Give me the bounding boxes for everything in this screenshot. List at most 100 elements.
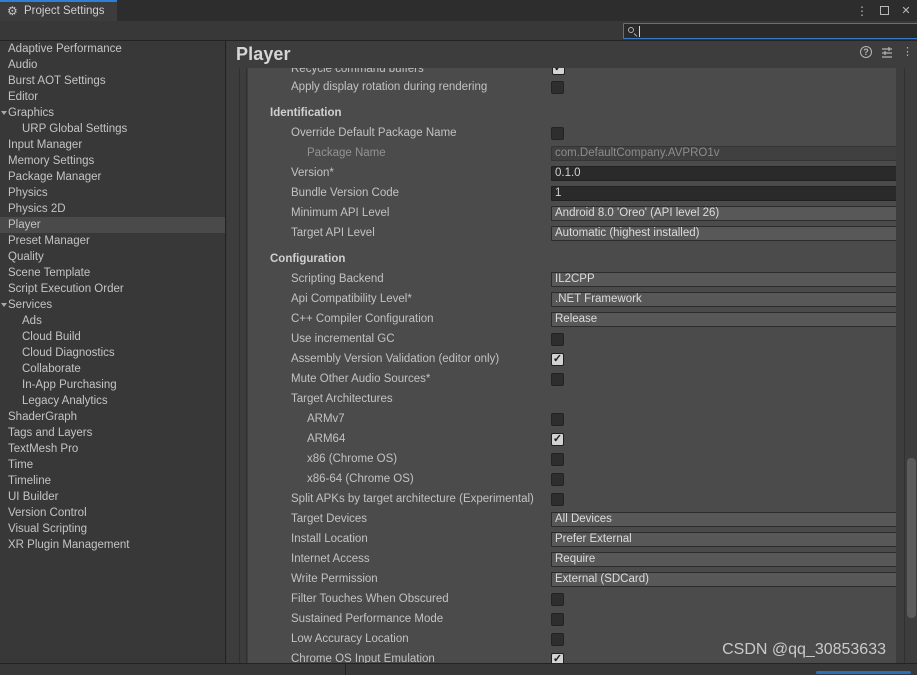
settings-sidebar[interactable]: Adaptive Performance Audio Burst AOT Setti… — [0, 41, 226, 663]
settings-row-target-api-level[interactable]: Target API Level Automatic (highest insta… — [248, 223, 896, 243]
sidebar-item-adaptive-performance[interactable]: Adaptive Performance — [0, 41, 225, 57]
tab-project-settings[interactable]: ⚙ Project Settings — [0, 0, 117, 21]
sidebar-item-in-app-purchasing[interactable]: In-App Purchasing — [0, 377, 225, 393]
settings-row-clipped[interactable]: Recycle command buffers ✓ — [248, 68, 896, 77]
sidebar-item-memory-settings[interactable]: Memory Settings — [0, 153, 225, 169]
settings-row-version[interactable]: Version* 0.1.0 — [248, 163, 896, 183]
settings-row-override-default-package-name[interactable]: Override Default Package Name — [248, 123, 896, 143]
settings-row-apply-display-rotation-during-rendering[interactable]: Apply display rotation during rendering — [248, 77, 896, 97]
checkbox-x86-64-chrome-os[interactable] — [551, 472, 564, 486]
checkbox-sustained-performance-mode[interactable] — [551, 612, 564, 626]
sidebar-item-shadergraph[interactable]: ShaderGraph — [0, 409, 225, 425]
checkbox-override-default-package-name[interactable] — [551, 126, 564, 140]
settings-row-arm64[interactable]: ARM64 ✓ — [248, 429, 896, 449]
sidebar-item-quality[interactable]: Quality — [0, 249, 225, 265]
settings-row-use-incremental-gc[interactable]: Use incremental GC — [248, 329, 896, 349]
settings-row-minimum-api-level[interactable]: Minimum API Level Android 8.0 'Oreo' (API… — [248, 203, 896, 223]
chevron-down-icon[interactable] — [1, 111, 7, 115]
checkbox-low-accuracy-location[interactable] — [551, 632, 564, 646]
settings-row-write-permission[interactable]: Write Permission External (SDCard) — [248, 569, 896, 589]
sidebar-item-player[interactable]: Player — [0, 217, 225, 233]
settings-row-scripting-backend[interactable]: Scripting Backend IL2CPP — [248, 269, 896, 289]
settings-row-x86-64-chrome-os[interactable]: x86-64 (Chrome OS) — [248, 469, 896, 489]
checkbox-mute-other-audio-sources[interactable] — [551, 372, 564, 386]
search-input[interactable] — [623, 23, 917, 39]
settings-row-split-apks-by-target-architecture-experimental[interactable]: Split APKs by target architecture (Exper… — [248, 489, 896, 509]
settings-row-internet-access[interactable]: Internet Access Require — [248, 549, 896, 569]
settings-row-sustained-performance-mode[interactable]: Sustained Performance Mode — [248, 609, 896, 629]
settings-row-install-location[interactable]: Install Location Prefer External — [248, 529, 896, 549]
panel-menu-icon[interactable]: ⋮ — [902, 47, 913, 58]
settings-row-api-compatibility-level[interactable]: Api Compatibility Level* .NET Framework — [248, 289, 896, 309]
settings-row-package-name[interactable]: Package Name com.DefaultCompany.AVPRO1v — [248, 143, 896, 163]
dropdown-c-compiler-configuration[interactable]: Release — [551, 311, 896, 327]
sidebar-item-package-manager[interactable]: Package Manager — [0, 169, 225, 185]
checkbox-split-apks-by-target-architecture-experimental[interactable] — [551, 492, 564, 506]
vertical-scrollbar-thumb[interactable] — [907, 458, 916, 618]
window-menu-icon[interactable]: ⋮ — [855, 4, 869, 18]
settings-row-mute-other-audio-sources[interactable]: Mute Other Audio Sources* — [248, 369, 896, 389]
dropdown-minimum-api-level[interactable]: Android 8.0 'Oreo' (API level 26) — [551, 205, 896, 221]
sidebar-item-physics-2d[interactable]: Physics 2D — [0, 201, 225, 217]
sidebar-item-graphics[interactable]: Graphics — [0, 105, 225, 121]
dropdown-target-api-level[interactable]: Automatic (highest installed) — [551, 225, 896, 241]
sidebar-item-preset-manager[interactable]: Preset Manager — [0, 233, 225, 249]
sidebar-item-textmesh-pro[interactable]: TextMesh Pro — [0, 441, 225, 457]
settings-row-target-devices[interactable]: Target Devices All Devices — [248, 509, 896, 529]
checkbox-recycle-command-buffers[interactable]: ✓ — [552, 68, 565, 75]
checkbox-filter-touches-when-obscured[interactable] — [551, 592, 564, 606]
settings-row-x86-chrome-os[interactable]: x86 (Chrome OS) — [248, 449, 896, 469]
sidebar-item-collaborate[interactable]: Collaborate — [0, 361, 225, 377]
sidebar-item-script-execution-order[interactable]: Script Execution Order — [0, 281, 225, 297]
chevron-down-icon[interactable] — [1, 303, 7, 307]
dropdown-target-devices[interactable]: All Devices — [551, 511, 896, 527]
sidebar-item-burst-aot-settings[interactable]: Burst AOT Settings — [0, 73, 225, 89]
checkbox-assembly-version-validation-editor-only[interactable]: ✓ — [551, 352, 564, 366]
checkbox-use-incremental-gc[interactable] — [551, 332, 564, 346]
sidebar-item-ads[interactable]: Ads — [0, 313, 225, 329]
sidebar-item-input-manager[interactable]: Input Manager — [0, 137, 225, 153]
sidebar-item-scene-template[interactable]: Scene Template — [0, 265, 225, 281]
checkbox-arm64[interactable]: ✓ — [551, 432, 564, 446]
dropdown-install-location[interactable]: Prefer External — [551, 531, 896, 547]
vertical-scrollbar[interactable] — [904, 68, 917, 663]
input-package-name[interactable]: com.DefaultCompany.AVPRO1v — [551, 145, 896, 161]
settings-row-c-compiler-configuration[interactable]: C++ Compiler Configuration Release — [248, 309, 896, 329]
sidebar-item-visual-scripting[interactable]: Visual Scripting — [0, 521, 225, 537]
sidebar-item-services[interactable]: Services — [0, 297, 225, 313]
sidebar-item-urp-global-settings[interactable]: URP Global Settings — [0, 121, 225, 137]
checkbox-armv7[interactable] — [551, 412, 564, 426]
settings-row-assembly-version-validation-editor-only[interactable]: Assembly Version Validation (editor only… — [248, 349, 896, 369]
sidebar-item-editor[interactable]: Editor — [0, 89, 225, 105]
input-bundle-version-code[interactable]: 1 — [551, 185, 896, 201]
settings-row-filter-touches-when-obscured[interactable]: Filter Touches When Obscured — [248, 589, 896, 609]
sidebar-item-version-control[interactable]: Version Control — [0, 505, 225, 521]
close-icon[interactable]: ✕ — [899, 4, 913, 18]
checkbox-x86-chrome-os[interactable] — [551, 452, 564, 466]
input-version[interactable]: 0.1.0 — [551, 165, 896, 181]
sidebar-item-time[interactable]: Time — [0, 457, 225, 473]
horizontal-scrollbar-thumb[interactable] — [816, 671, 911, 674]
sidebar-item-audio[interactable]: Audio — [0, 57, 225, 73]
sidebar-item-physics[interactable]: Physics — [0, 185, 225, 201]
dropdown-scripting-backend[interactable]: IL2CPP — [551, 271, 896, 287]
settings-row-chrome-os-input-emulation[interactable]: Chrome OS Input Emulation ✓ — [248, 649, 896, 663]
settings-row-low-accuracy-location[interactable]: Low Accuracy Location — [248, 629, 896, 649]
sidebar-item-cloud-diagnostics[interactable]: Cloud Diagnostics — [0, 345, 225, 361]
checkbox-apply-display-rotation-during-rendering[interactable] — [551, 80, 564, 94]
sidebar-item-legacy-analytics[interactable]: Legacy Analytics — [0, 393, 225, 409]
settings-row-armv7[interactable]: ARMv7 — [248, 409, 896, 429]
help-icon[interactable]: ? — [860, 46, 872, 58]
checkbox-chrome-os-input-emulation[interactable]: ✓ — [551, 652, 564, 663]
preset-icon[interactable] — [881, 46, 893, 58]
dropdown-internet-access[interactable]: Require — [551, 551, 896, 567]
sidebar-item-timeline[interactable]: Timeline — [0, 473, 225, 489]
dropdown-write-permission[interactable]: External (SDCard) — [551, 571, 896, 587]
settings-row-bundle-version-code[interactable]: Bundle Version Code 1 — [248, 183, 896, 203]
sidebar-item-cloud-build[interactable]: Cloud Build — [0, 329, 225, 345]
sidebar-item-xr-plugin-management[interactable]: XR Plugin Management — [0, 537, 225, 553]
sidebar-item-tags-and-layers[interactable]: Tags and Layers — [0, 425, 225, 441]
dropdown-api-compatibility-level[interactable]: .NET Framework — [551, 291, 896, 307]
maximize-icon[interactable] — [877, 4, 891, 18]
sidebar-item-ui-builder[interactable]: UI Builder — [0, 489, 225, 505]
